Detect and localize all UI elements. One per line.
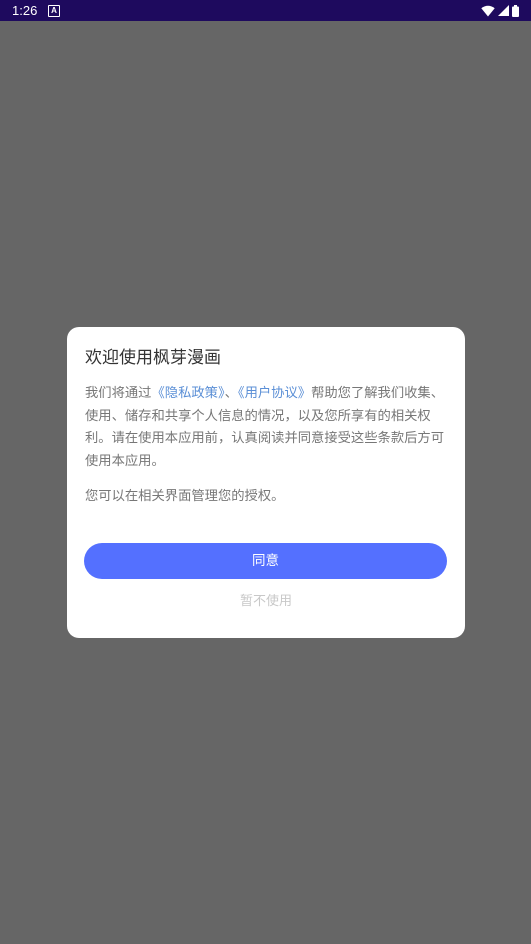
dialog-title: 欢迎使用枫芽漫画	[85, 348, 221, 368]
privacy-policy-link[interactable]: 《隐私政策》	[151, 386, 224, 401]
agree-button[interactable]: 同意	[84, 543, 447, 579]
body-text-intro: 我们将通过	[85, 386, 152, 401]
decline-button[interactable]: 暂不使用	[67, 592, 465, 612]
body-separator: 、	[224, 386, 238, 401]
status-icons	[481, 3, 519, 18]
privacy-dialog: 欢迎使用枫芽漫画 我们将通过《隐私政策》、《用户协议》帮助您了解我们收集、使用、…	[67, 327, 465, 638]
dialog-note: 您可以在相关界面管理您的授权。	[85, 489, 285, 504]
dialog-body: 我们将通过《隐私政策》、《用户协议》帮助您了解我们收集、使用、储存和共享个人信息…	[85, 383, 447, 473]
status-time: 1:26	[12, 3, 38, 18]
notification-a-icon: A	[48, 5, 60, 17]
user-agreement-link[interactable]: 《用户协议》	[238, 386, 311, 401]
status-bar: 1:26 A	[0, 0, 531, 21]
wifi-icon	[481, 5, 495, 16]
signal-icon	[498, 5, 509, 16]
battery-icon	[512, 4, 519, 17]
